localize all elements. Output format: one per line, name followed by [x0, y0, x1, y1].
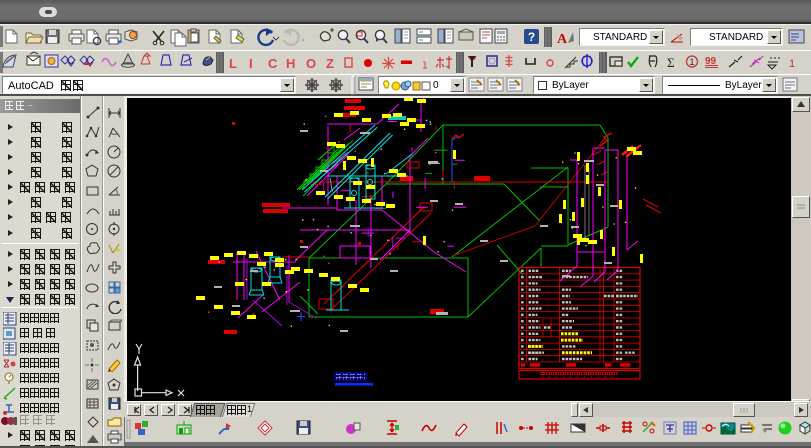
svg-text:Z: Z [326, 56, 334, 71]
svg-text:I: I [249, 56, 253, 71]
svg-text:L: L [229, 56, 237, 71]
svg-text:H: H [286, 56, 295, 71]
svg-text:1: 1 [789, 58, 795, 70]
svg-text:?: ? [528, 30, 535, 44]
svg-text:C: C [268, 56, 278, 71]
svg-text:A: A [557, 32, 568, 47]
svg-text:O: O [306, 56, 316, 71]
svg-text:Σ: Σ [667, 55, 675, 70]
svg-text:1: 1 [689, 57, 694, 67]
